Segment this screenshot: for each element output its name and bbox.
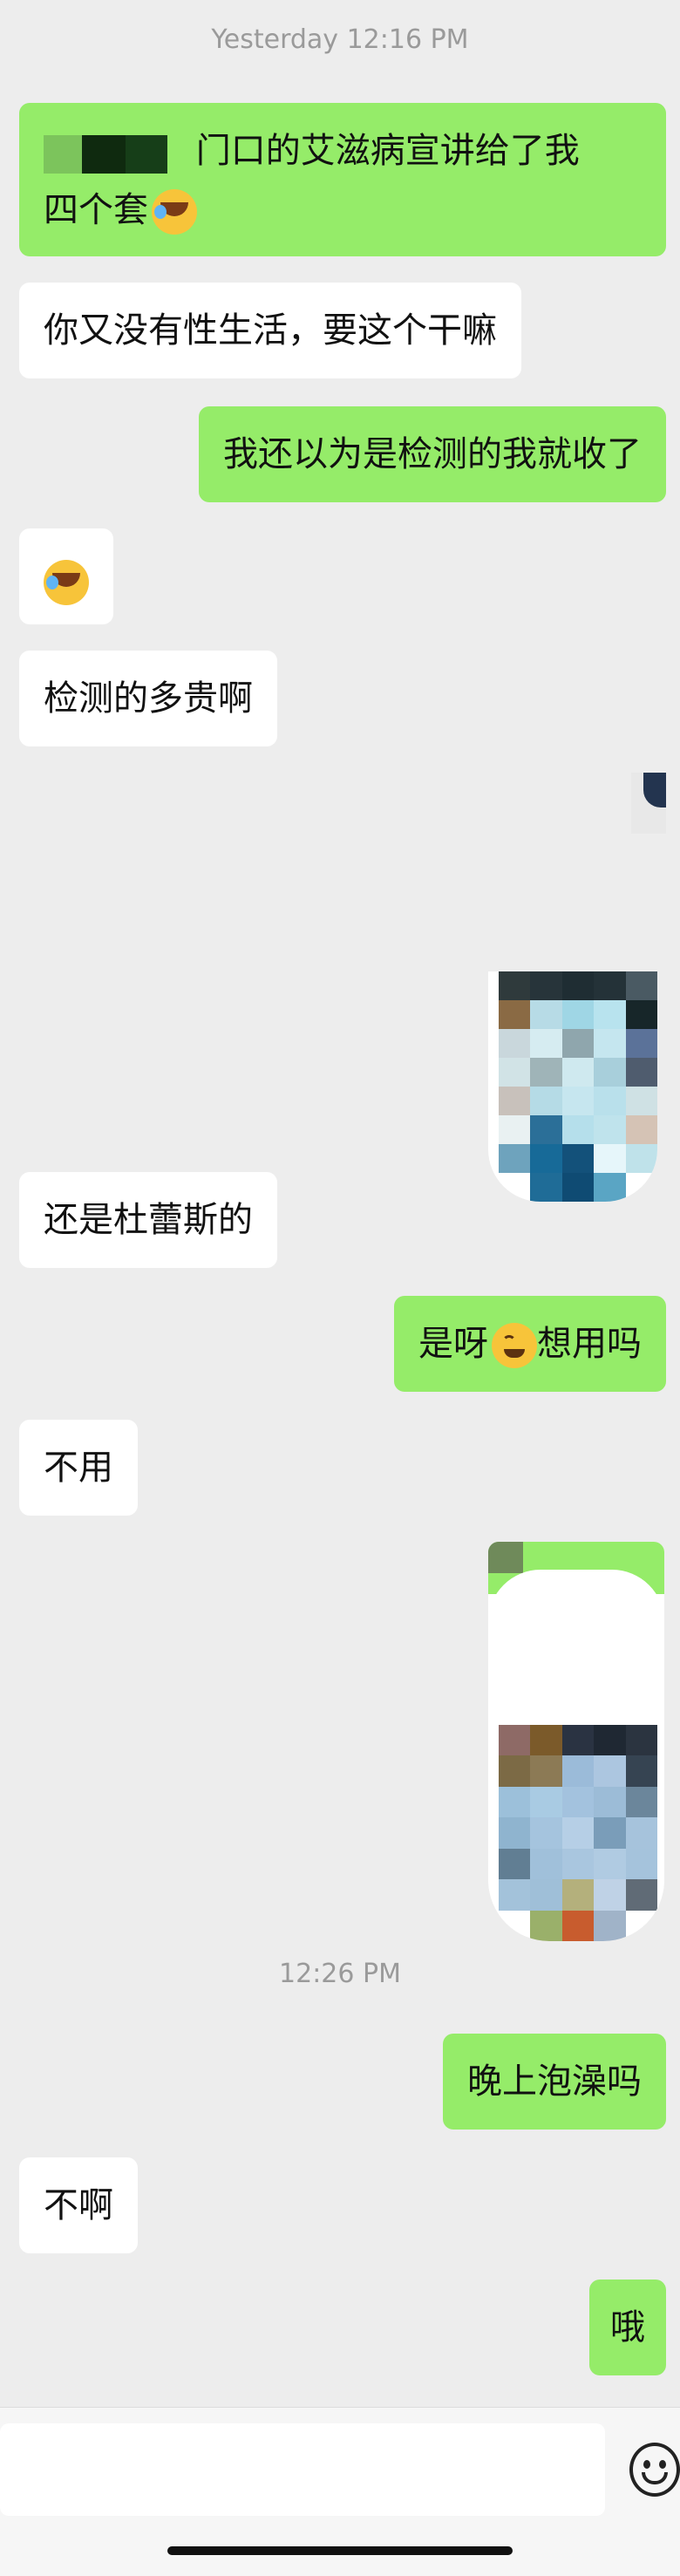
message-text: 检测的多贵啊 [44, 678, 253, 719]
censored-name [44, 124, 167, 181]
laughing-emoji-icon [44, 560, 89, 605]
home-indicator[interactable] [167, 2546, 513, 2555]
message-text: 晚上泡澡吗 [467, 2061, 642, 2102]
message-text: 门口的艾滋病宣讲给了我 [195, 131, 580, 171]
message-incoming[interactable]: 你又没有性生活，要这个干嘛 [19, 283, 521, 378]
message-text: 不啊 [44, 2185, 113, 2225]
message-outgoing[interactable]: 门口的艾滋病宣讲给了我 四个套 [19, 103, 666, 256]
message-outgoing[interactable]: 晚上泡澡吗 [443, 2034, 666, 2130]
message-text: 还是杜蕾斯的 [44, 1200, 253, 1240]
image-message[interactable] [488, 971, 657, 1202]
message-text: 是呀 [418, 1324, 488, 1364]
message-text: 不用 [44, 1448, 113, 1488]
message-text: 想用吗 [537, 1324, 642, 1364]
message-outgoing[interactable]: 我还以为是检测的我就收了 [199, 406, 666, 502]
image-message[interactable] [631, 773, 666, 834]
image-corner [488, 1542, 523, 1573]
message-text: 你又没有性生活，要这个干嘛 [44, 310, 497, 351]
message-outgoing[interactable]: 哦 [589, 2280, 666, 2375]
laughing-emoji-icon [152, 189, 197, 235]
message-text: 我还以为是检测的我就收了 [223, 434, 642, 474]
message-incoming[interactable]: 还是杜蕾斯的 [19, 1172, 277, 1268]
message-text: 哦 [610, 2307, 645, 2348]
message-text: 四个套 [44, 190, 148, 230]
grinning-emoji-icon [492, 1323, 537, 1368]
message-incoming[interactable]: 不啊 [19, 2157, 138, 2253]
message-outgoing[interactable]: 是呀 想用吗 [394, 1296, 666, 1392]
smiley-face-icon[interactable] [629, 2443, 680, 2497]
timestamp: 12:26 PM [279, 1959, 401, 1989]
message-incoming[interactable] [19, 528, 113, 624]
image-pixelated [499, 1725, 657, 1941]
message-incoming[interactable]: 检测的多贵啊 [19, 651, 277, 746]
message-input[interactable] [0, 2423, 605, 2516]
image-message[interactable] [488, 1542, 664, 1941]
image-pixelated [499, 971, 657, 1202]
message-incoming[interactable]: 不用 [19, 1420, 138, 1516]
image-blur [643, 773, 666, 808]
timestamp: Yesterday 12:16 PM [211, 24, 469, 55]
